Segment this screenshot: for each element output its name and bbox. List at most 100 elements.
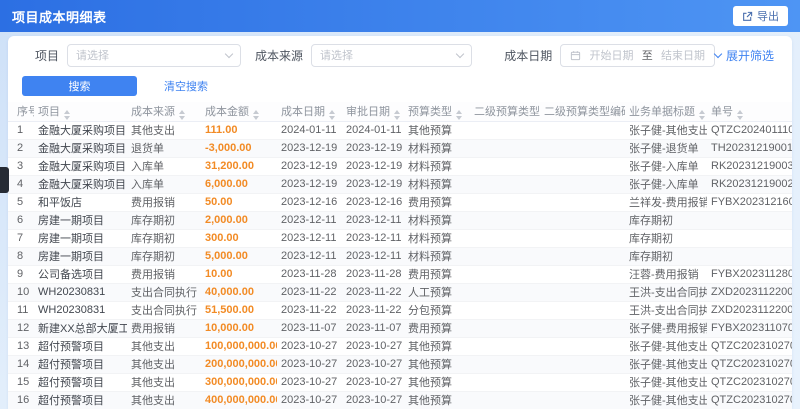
sort-icon[interactable]: [329, 109, 335, 120]
cell-project: 房建一期项目: [34, 229, 127, 248]
cell-sub-budget-code: [540, 139, 625, 158]
column-label: 序号: [17, 106, 34, 119]
column-header-approval-date[interactable]: 审批日期: [342, 102, 404, 122]
table-row[interactable]: 15 超付预警项目 其他支出 300,000,000.00 2023-10-27 2023…: [8, 373, 792, 392]
table-row[interactable]: 16 超付预警项目 其他支出 400,000,000.00 2023-10-27 2023…: [8, 391, 792, 409]
search-button[interactable]: 搜索: [22, 75, 137, 96]
cell-index: 14: [8, 355, 34, 374]
table-row[interactable]: 7 房建一期项目 库存期初 300.00 2023-12-11 2023-12-11 材料预…: [8, 229, 792, 248]
cell-sub-budget-code: [540, 301, 625, 320]
table-row[interactable]: 10 WH20230831 支出合同执行 40,000.00 2023-11-22 202…: [8, 283, 792, 302]
cell-cost-amount: -3,000.00: [201, 139, 277, 158]
sidebar-handle[interactable]: [0, 167, 9, 193]
table-header-row: 序号 项目 成本来源 成本金额 成本日期 审批日期 预算类型 二级预算类型 二级预算类型编码 业务…: [8, 102, 792, 122]
table-row[interactable]: 12新建XX总部大厦工程二期费用报销10,000.002023-11-07202…: [8, 319, 792, 338]
cell-sub-budget-type: [470, 373, 540, 392]
column-header-sub-budget-type[interactable]: 二级预算类型: [470, 102, 540, 122]
table-row[interactable]: 1 金融大厦采购项目 其他支出 111.00 2024-01-11 2024-01-11 其…: [8, 121, 792, 140]
expand-filter-link[interactable]: 展开筛选: [713, 47, 774, 64]
cost-date-range-input[interactable]: 开始日期 至 结束日期: [560, 43, 715, 67]
cell-cost-amount: 51,500.00: [201, 301, 277, 320]
column-header-project[interactable]: 项目: [34, 102, 127, 122]
export-button[interactable]: 导出: [733, 6, 788, 26]
calendar-icon: [570, 50, 581, 61]
table-row[interactable]: 4 金融大厦采购项目 入库单 6,000.00 2023-12-19 2023-12-19…: [8, 175, 792, 194]
project-select[interactable]: 请选择: [67, 43, 241, 67]
cell-cost-amount: 400,000,000.00: [201, 391, 277, 409]
column-label: 成本来源: [131, 105, 175, 118]
column-label: 业务单据标题: [629, 105, 695, 118]
sort-icon[interactable]: [394, 109, 400, 120]
column-header-sub-budget-code[interactable]: 二级预算类型编码: [540, 102, 625, 122]
cell-cost-source: 库存期初: [127, 211, 201, 230]
cell-approval-date: 2023-10-27: [342, 391, 404, 409]
cell-cost-source: 其他支出: [127, 337, 201, 356]
cell-doc-title: 库存期初: [625, 211, 707, 230]
column-header-budget-type[interactable]: 预算类型: [404, 102, 470, 122]
cell-project: 超付预警项目: [34, 373, 127, 392]
cell-approval-date: 2024-01-11: [342, 121, 404, 140]
sort-icon[interactable]: [64, 109, 70, 120]
cell-project: 房建一期项目: [34, 247, 127, 266]
column-label: 成本日期: [281, 105, 325, 118]
cell-sub-budget-code: [540, 121, 625, 140]
chevron-down-icon: [224, 49, 234, 58]
clear-search-button[interactable]: 清空搜索: [164, 78, 208, 94]
sort-icon[interactable]: [253, 109, 259, 120]
cell-doc-title: 张子健-退货单: [625, 139, 707, 158]
column-label: 成本金额: [205, 105, 249, 118]
cost-source-select[interactable]: 请选择: [310, 43, 473, 67]
table-row[interactable]: 5 和平饭店 费用报销 50.00 2023-12-16 2023-12-16 费用预算 兰祥…: [8, 193, 792, 212]
cell-cost-date: 2023-12-11: [277, 229, 342, 248]
cell-approval-date: 2023-12-11: [342, 247, 404, 266]
column-header-doc-title[interactable]: 业务单据标题: [625, 102, 707, 122]
cell-doc-title: 汪蓉-费用报销: [625, 265, 707, 284]
cell-budget-type: 其他预算: [404, 121, 470, 140]
cell-cost-date: 2023-12-16: [277, 193, 342, 212]
date-separator: 至: [641, 50, 653, 62]
column-label: 审批日期: [346, 105, 390, 118]
cell-doc-number: [707, 247, 792, 266]
sort-icon[interactable]: [737, 109, 743, 120]
cell-doc-title: 张子健-其他支出: [625, 355, 707, 374]
cell-budget-type: 其他预算: [404, 355, 470, 374]
table-row[interactable]: 14 超付预警项目 其他支出 200,000,000.00 2023-10-27 2023…: [8, 355, 792, 374]
column-header-cost-date[interactable]: 成本日期: [277, 102, 342, 122]
cell-cost-date: 2023-11-22: [277, 283, 342, 302]
column-header-cost-source[interactable]: 成本来源: [127, 102, 201, 122]
column-header-cost-amount[interactable]: 成本金额: [201, 102, 277, 122]
cell-cost-amount: 2,000.00: [201, 211, 277, 230]
table-row[interactable]: 8 房建一期项目 库存期初 5,000.00 2023-12-11 2023-12-11 材…: [8, 247, 792, 266]
cell-budget-type: 其他预算: [404, 373, 470, 392]
sort-icon[interactable]: [699, 109, 705, 120]
cell-doc-title: 张子健-入库单: [625, 175, 707, 194]
cell-sub-budget-type: [470, 139, 540, 158]
cell-cost-source: 入库单: [127, 175, 201, 194]
table-row[interactable]: 6 房建一期项目 库存期初 2,000.00 2023-12-11 2023-12-11 材…: [8, 211, 792, 230]
cell-project: WH20230831: [34, 301, 127, 320]
cell-index: 3: [8, 157, 34, 176]
sort-icon[interactable]: [456, 109, 462, 120]
table-row[interactable]: 9 公司备选项目 费用报销 10.00 2023-11-28 2023-11-28 费用预算…: [8, 265, 792, 284]
table-row[interactable]: 13 超付预警项目 其他支出 100,000,000.00 2023-10-27 2023…: [8, 337, 792, 356]
export-label: 导出: [757, 11, 779, 23]
cell-project: 超付预警项目: [34, 355, 127, 374]
cell-doc-number: RK20231219002: [707, 175, 792, 194]
cell-sub-budget-code: [540, 247, 625, 266]
sort-icon[interactable]: [179, 109, 185, 120]
table-row[interactable]: 11 WH20230831 支出合同执行 51,500.00 2023-11-22 202…: [8, 301, 792, 320]
cell-cost-amount: 10,000.00: [201, 319, 277, 338]
cell-index: 15: [8, 373, 34, 392]
topbar: 项目成本明细表 导出: [0, 0, 800, 32]
cost-source-select-placeholder: 请选择: [319, 50, 353, 62]
column-label: 预算类型: [408, 105, 452, 118]
cell-index: 16: [8, 391, 34, 409]
cell-cost-date: 2023-12-19: [277, 157, 342, 176]
table-row[interactable]: 3 金融大厦采购项目 入库单 31,200.00 2023-12-19 2023-12-1…: [8, 157, 792, 176]
cell-budget-type: 材料预算: [404, 139, 470, 158]
table-row[interactable]: 2 金融大厦采购项目 退货单 -3,000.00 2023-12-19 2023-12-1…: [8, 139, 792, 158]
cell-cost-date: 2023-11-28: [277, 265, 342, 284]
cell-cost-amount: 100,000,000.00: [201, 337, 277, 356]
cell-sub-budget-code: [540, 319, 625, 338]
column-header-doc-number[interactable]: 单号: [707, 102, 792, 122]
